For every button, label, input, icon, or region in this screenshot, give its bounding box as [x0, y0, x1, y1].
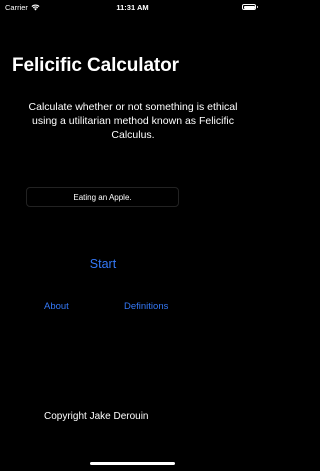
action-input-value: Eating an Apple. [73, 192, 132, 202]
about-button-label: About [44, 301, 69, 312]
action-input[interactable]: Eating an Apple. [26, 187, 179, 207]
about-button[interactable]: About [44, 301, 69, 312]
battery-nub [256, 6, 258, 9]
app-title: Felicific Calculator [12, 55, 179, 76]
copyright-text: Copyright Jake Derouin [44, 411, 149, 422]
definitions-button[interactable]: Definitions [124, 301, 168, 312]
definitions-button-label: Definitions [124, 301, 169, 312]
status-time: 11:31 AM [116, 3, 149, 12]
battery-icon [242, 4, 259, 11]
battery-fill [243, 5, 255, 9]
start-button-label: Start [89, 257, 117, 271]
app-description: Calculate whether or not something is et… [28, 101, 238, 141]
home-indicator[interactable] [90, 462, 175, 465]
status-bar: Carrier 11:31 AM [0, 0, 265, 14]
start-button[interactable]: Start [0, 257, 206, 271]
